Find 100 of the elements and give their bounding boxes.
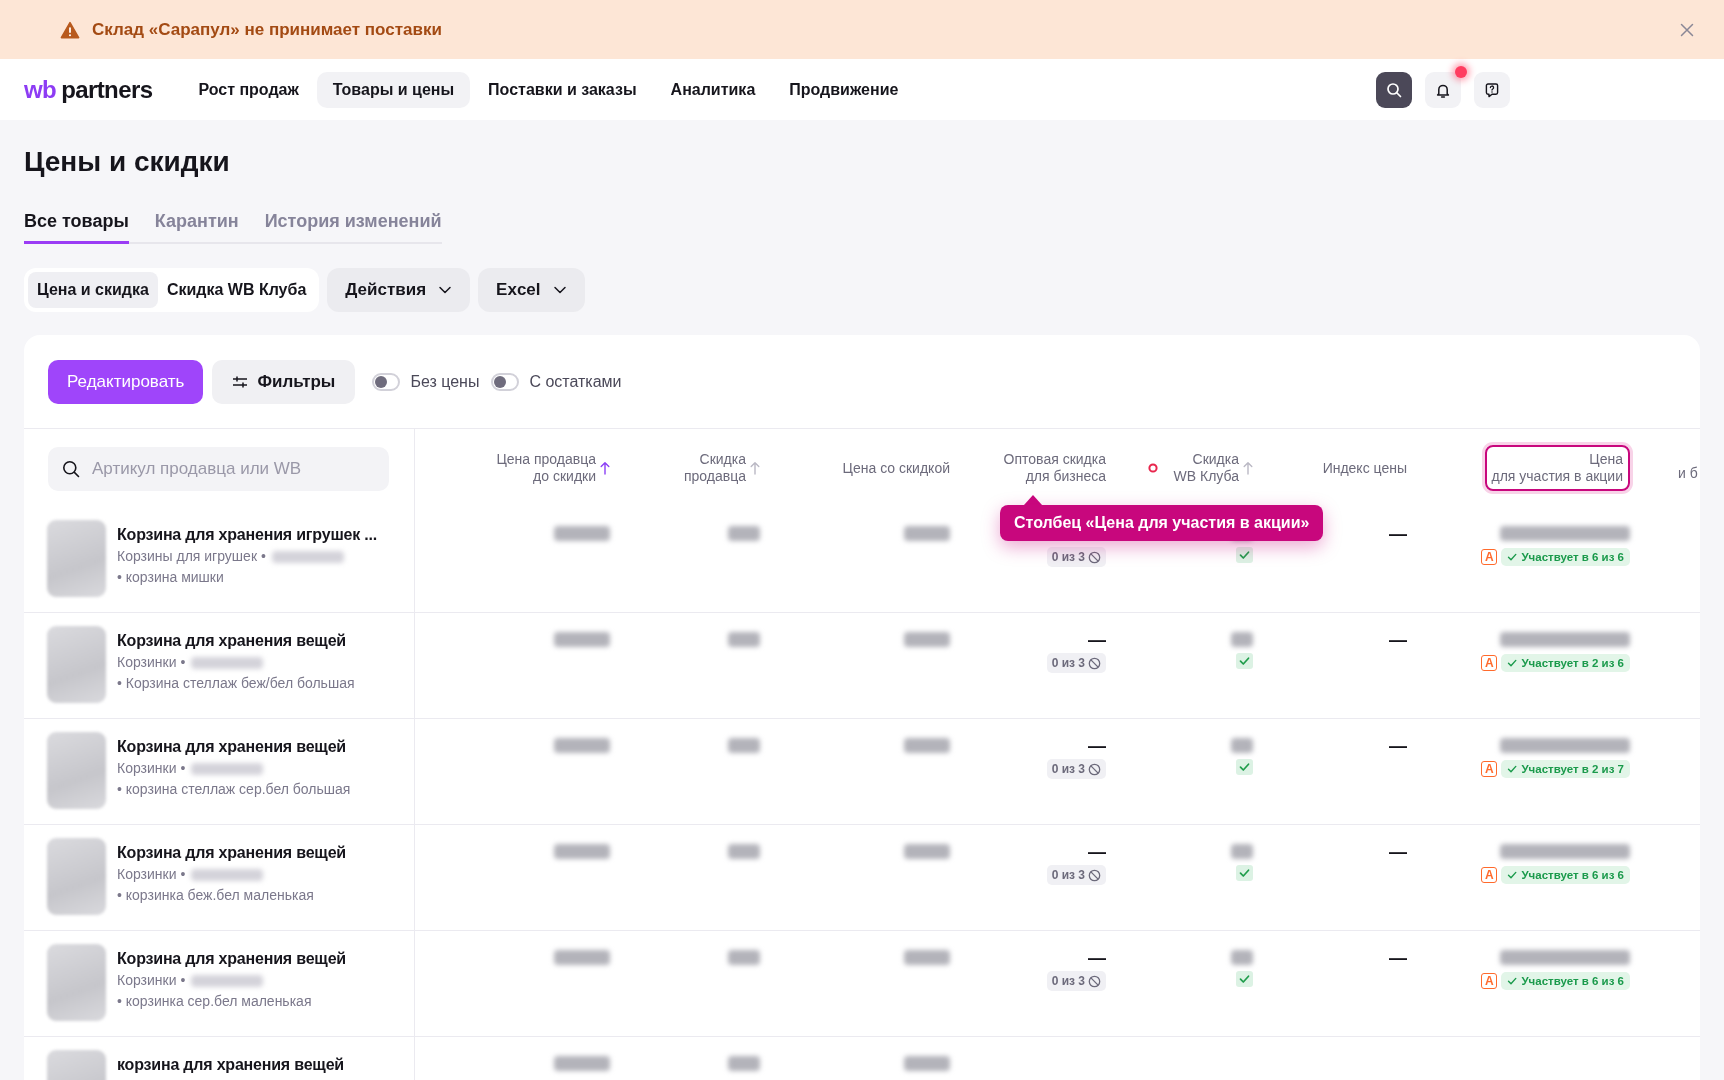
wholesale-count: 0 из 3: [1051, 550, 1085, 564]
blurred-value: [1231, 950, 1253, 965]
banner-text: Склад «Сарапул» не принимает поставки: [92, 19, 442, 40]
blurred-value: [728, 844, 760, 859]
warning-icon: [60, 20, 80, 39]
logo-mark[interactable]: wb: [24, 75, 57, 104]
product-title[interactable]: Корзина для хранения игрушек ...: [117, 524, 377, 546]
blurred-value: [554, 632, 610, 647]
promo-status-text: Участвует в 6 из 6: [1521, 869, 1624, 881]
check-icon: [1507, 976, 1518, 986]
product-variant: • корзина мишки: [117, 568, 225, 587]
check-icon: [1507, 552, 1518, 562]
blurred-value: [1231, 844, 1253, 859]
wholesale-count: 0 из 3: [1051, 762, 1085, 776]
price-index-value: —: [1389, 841, 1407, 863]
column-header[interactable]: Скидка WB Клуба: [1173, 451, 1239, 485]
toggle-label: С остатками: [529, 373, 622, 391]
product-title[interactable]: Корзина для хранения вещей: [117, 948, 346, 970]
edit-button[interactable]: Редактировать: [48, 360, 204, 404]
blurred-value: [904, 950, 950, 965]
auto-promo-tag: A: [1481, 549, 1498, 565]
blurred-value: [904, 526, 950, 541]
nav-item[interactable]: Поставки и заказы: [472, 71, 653, 108]
blurred-value: [554, 1056, 610, 1071]
column-header[interactable]: Скидка продавца: [683, 451, 746, 485]
column-header: Оптовая скидка для бизнеса: [1003, 451, 1106, 485]
close-icon[interactable]: [1680, 22, 1694, 37]
blurred-value: [904, 632, 950, 647]
tooltip: Столбец «Цена для участия в акции»: [1000, 495, 1324, 541]
nav-item[interactable]: Аналитика: [654, 71, 772, 108]
blurred-value: [728, 1056, 760, 1071]
search-field[interactable]: Артикул продавца или WB: [48, 447, 389, 491]
wholesale-value: —: [1088, 735, 1106, 757]
filters-button[interactable]: Фильтры: [212, 360, 356, 404]
price-index-value: —: [1389, 735, 1407, 757]
speech-bubble-icon: [1484, 81, 1500, 98]
blurred-value: [728, 738, 760, 753]
blurred-value: [1231, 738, 1253, 753]
ban-icon: [1088, 974, 1101, 988]
toggle-switch[interactable]: [372, 373, 401, 391]
ring-icon: [1147, 463, 1158, 473]
product-title[interactable]: Корзина для хранения вещей: [117, 736, 351, 758]
view-switch-option[interactable]: Цена и скидка: [28, 272, 158, 308]
notifications-button[interactable]: [1425, 71, 1461, 108]
check-icon: [1507, 658, 1518, 668]
wholesale-value: —: [1088, 629, 1106, 651]
blurred-value: [904, 844, 950, 859]
blurred-value: [554, 844, 610, 859]
promo-status-text: Участвует в 6 из 6: [1521, 975, 1624, 987]
price-index-value: —: [1389, 523, 1407, 545]
column-header: и б: [1678, 465, 1698, 482]
toggle-label: Без цены: [410, 373, 480, 391]
product-title[interactable]: Корзина для хранения вещей: [117, 630, 355, 652]
product-category: Корзины для игрушек •: [117, 547, 266, 566]
ban-icon: [1088, 656, 1101, 670]
wholesale-value: —: [1088, 841, 1106, 863]
column-header: Цена со скидкой: [842, 459, 950, 477]
sort-arrow-icon[interactable]: [600, 461, 610, 475]
promo-status-text: Участвует в 2 из 6: [1521, 657, 1624, 669]
blurred-value: [554, 526, 610, 541]
search-icon: [1386, 81, 1402, 98]
logo-text[interactable]: partners: [61, 75, 153, 104]
page-tab[interactable]: Все товары: [24, 210, 129, 244]
page-title: Цены и скидки: [24, 145, 230, 179]
column-header[interactable]: Цена продавца до скидки: [496, 451, 596, 485]
blurred-value: [904, 1056, 950, 1071]
blurred-value: [1231, 632, 1253, 647]
column-header: Индекс цены: [1322, 459, 1407, 477]
promo-status-text: Участвует в 2 из 7: [1521, 763, 1624, 775]
product-title[interactable]: Корзина для хранения вещей: [117, 842, 346, 864]
price-index-value: —: [1389, 947, 1407, 969]
product-title[interactable]: корзина для хранения вещей: [117, 1054, 344, 1076]
product-variant: • корзинка сер.бел маленькая: [117, 992, 313, 1011]
wholesale-count: 0 из 3: [1051, 974, 1085, 988]
product-category: Корзинки •: [117, 653, 186, 672]
check-icon: [1507, 764, 1518, 774]
product-category: Корзинки •: [117, 865, 186, 884]
blurred-value: [904, 738, 950, 753]
dropdown-button[interactable]: Excel: [478, 268, 585, 312]
nav-item[interactable]: Товары и цены: [316, 71, 471, 108]
nav-item[interactable]: Продвижение: [773, 71, 915, 108]
dropdown-button[interactable]: Действия: [327, 268, 471, 312]
product-variant: • Корзина стеллаж беж/бел большая: [117, 674, 355, 693]
sliders-icon: [232, 374, 249, 390]
search-icon: [62, 460, 80, 478]
blurred-value: [728, 526, 760, 541]
product-category: Корзинки •: [117, 759, 186, 778]
view-switch-option[interactable]: Скидка WB Клуба: [157, 272, 316, 308]
blurred-value: [554, 738, 610, 753]
ban-icon: [1088, 550, 1101, 564]
ban-icon: [1088, 762, 1101, 776]
search-button[interactable]: [1376, 71, 1412, 108]
wholesale-count: 0 из 3: [1051, 656, 1085, 670]
blurred-value: [728, 632, 760, 647]
product-variant: • корзинка беж.бел маленькая: [117, 886, 315, 905]
check-icon: [1507, 870, 1518, 880]
nav-item[interactable]: Рост продаж: [182, 71, 315, 108]
support-chat-button[interactable]: [1474, 71, 1510, 108]
toggle-switch[interactable]: [491, 373, 520, 391]
product-category: Корзинки •: [117, 971, 186, 990]
